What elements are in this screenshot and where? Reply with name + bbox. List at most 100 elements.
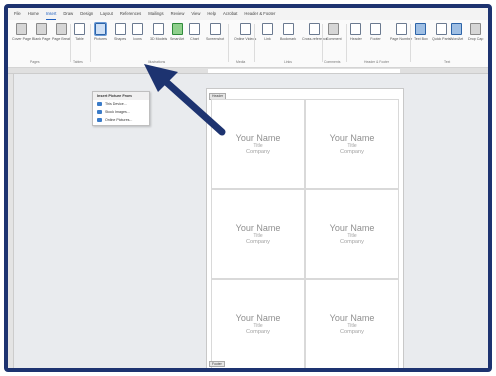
3d-models-icon — [153, 23, 165, 35]
insert-ribbon: Cover Page Blank Page Page Break Table P… — [8, 20, 488, 68]
tab-acrobat[interactable]: Acrobat — [223, 8, 237, 20]
footer-tag: Footer — [209, 360, 225, 367]
text-box-icon — [415, 23, 427, 35]
online-pictures-icon — [97, 118, 102, 122]
footer-button[interactable]: Footer — [370, 23, 381, 41]
screenshot-icon — [209, 23, 221, 35]
group-label-tables: Tables — [73, 60, 83, 64]
online-videos-icon — [239, 23, 251, 35]
chart-button[interactable]: Chart — [189, 23, 200, 41]
tab-mailings[interactable]: Mailings — [148, 8, 163, 20]
card-name: Your Name — [329, 222, 375, 233]
cover-page-button[interactable]: Cover Page — [12, 23, 31, 41]
link-button[interactable]: Link — [262, 23, 273, 41]
card-name: Your Name — [235, 222, 281, 233]
tab-layout[interactable]: Layout — [100, 8, 113, 20]
wordart-icon — [451, 23, 463, 35]
cross-reference-icon — [309, 23, 321, 35]
group-label-text: Text — [444, 60, 451, 64]
card-company: Company — [340, 148, 364, 155]
comment-button[interactable]: Comment — [326, 23, 342, 41]
page-break-button[interactable]: Page Break — [52, 23, 71, 41]
comment-icon — [328, 23, 340, 35]
header-icon — [350, 23, 362, 35]
business-card[interactable]: Your Name Title Company — [211, 279, 305, 368]
3d-models-button[interactable]: 3D Models — [150, 23, 167, 41]
card-name: Your Name — [235, 312, 281, 323]
ribbon-separator — [322, 24, 323, 62]
group-label-pages: Pages — [30, 60, 40, 64]
table-button[interactable]: Table — [74, 23, 85, 41]
menu-tab-bar: File Home Insert Draw Design Layout Refe… — [8, 8, 488, 20]
smartart-icon — [171, 23, 183, 35]
tab-draw[interactable]: Draw — [63, 8, 73, 20]
pictures-icon — [93, 22, 107, 36]
horizontal-ruler[interactable] — [8, 68, 488, 74]
tab-help[interactable]: Help — [207, 8, 216, 20]
shapes-button[interactable]: Shapes — [114, 23, 126, 41]
online-videos-button[interactable]: Online Videos — [234, 23, 256, 41]
group-label-links: Links — [284, 60, 292, 64]
text-box-button[interactable]: Text Box — [414, 23, 428, 41]
stock-images-icon — [97, 110, 102, 114]
ribbon-separator — [254, 24, 255, 62]
ribbon-separator — [90, 24, 91, 62]
page-number-icon — [395, 23, 407, 35]
device-icon — [97, 102, 102, 106]
group-label-comments: Comments — [324, 60, 341, 64]
document-page[interactable]: Header Your Name Title Company Your Name… — [206, 88, 404, 368]
card-name: Your Name — [235, 132, 281, 143]
group-label-header-footer: Header & Footer — [364, 60, 390, 64]
card-company: Company — [340, 328, 364, 335]
drop-cap-button[interactable]: Drop Cap — [468, 23, 483, 41]
ribbon-separator — [70, 24, 71, 62]
wordart-button[interactable]: WordArt — [450, 23, 463, 41]
group-label-media: Media — [236, 60, 246, 64]
tab-view[interactable]: View — [191, 8, 200, 20]
card-name: Your Name — [329, 132, 375, 143]
pointer-arrow-icon — [144, 64, 226, 136]
blank-page-button[interactable]: Blank Page — [32, 23, 50, 41]
quick-parts-button[interactable]: Quick Parts — [432, 23, 451, 41]
vertical-ruler[interactable] — [8, 74, 14, 368]
business-card[interactable]: Your Name Title Company — [305, 99, 399, 189]
screenshot-button[interactable]: Screenshot — [206, 23, 224, 41]
table-icon — [74, 23, 85, 35]
card-company: Company — [246, 148, 270, 155]
pictures-button[interactable]: Pictures — [93, 22, 107, 41]
card-name: Your Name — [329, 312, 375, 323]
tab-header-footer[interactable]: Header & Footer — [244, 8, 275, 20]
business-card[interactable]: Your Name Title Company — [211, 189, 305, 279]
smartart-button[interactable]: SmartArt — [170, 23, 184, 41]
tab-home[interactable]: Home — [28, 8, 39, 20]
tab-insert[interactable]: Insert — [45, 9, 57, 20]
bookmark-icon — [282, 23, 294, 35]
business-card[interactable]: Your Name Title Company — [305, 279, 399, 368]
card-company: Company — [246, 328, 270, 335]
card-company: Company — [246, 238, 270, 245]
ribbon-separator — [410, 24, 411, 62]
card-company: Company — [340, 238, 364, 245]
tab-file[interactable]: File — [14, 8, 21, 20]
icons-icon — [132, 23, 143, 35]
cover-page-icon — [15, 23, 27, 35]
drop-cap-icon — [470, 23, 482, 35]
link-icon — [262, 23, 273, 35]
header-button[interactable]: Header — [350, 23, 362, 41]
tab-references[interactable]: References — [120, 8, 141, 20]
page-break-icon — [55, 23, 67, 35]
ribbon-separator — [346, 24, 347, 62]
page-number-button[interactable]: Page Number — [390, 23, 412, 41]
business-card[interactable]: Your Name Title Company — [305, 189, 399, 279]
icons-button[interactable]: Icons — [132, 23, 143, 41]
bookmark-button[interactable]: Bookmark — [280, 23, 296, 41]
ribbon-separator — [228, 24, 229, 62]
tab-review[interactable]: Review — [171, 8, 185, 20]
quick-parts-icon — [435, 23, 447, 35]
blank-page-icon — [35, 23, 47, 35]
ruler-text-area — [208, 69, 400, 73]
footer-icon — [370, 23, 381, 35]
tab-design[interactable]: Design — [80, 8, 93, 20]
cross-reference-button[interactable]: Cross-reference — [302, 23, 328, 41]
screenshot-frame: File Home Insert Draw Design Layout Refe… — [4, 4, 492, 372]
